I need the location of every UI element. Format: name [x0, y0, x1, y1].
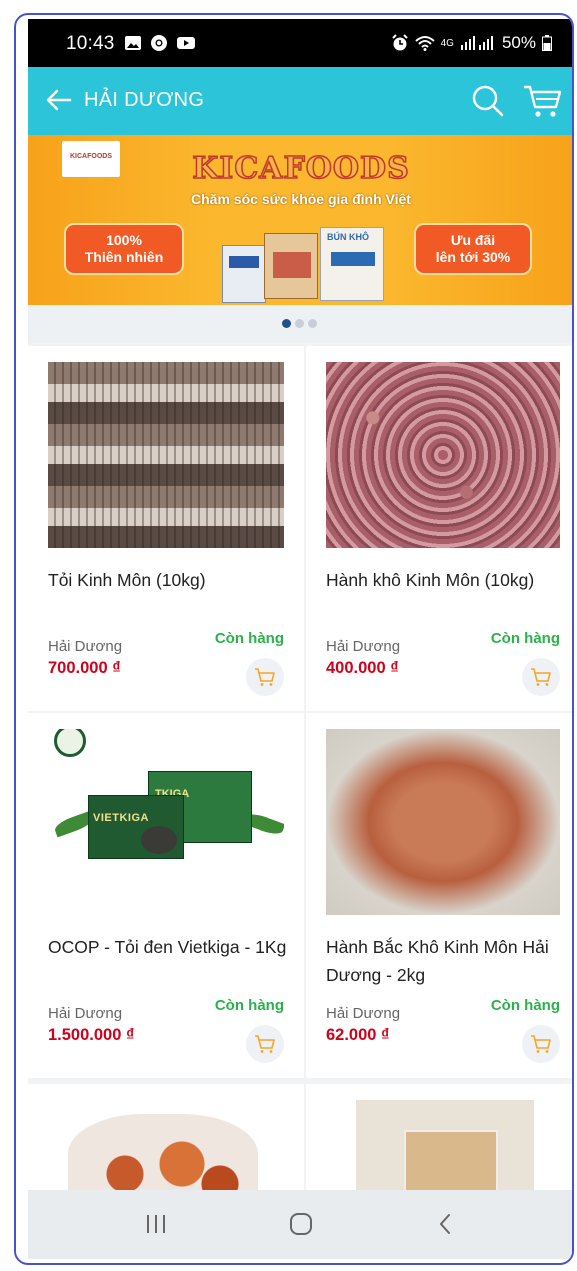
product-location: Hải Dương: [48, 638, 123, 655]
recent-apps-icon: [147, 1215, 165, 1233]
status-time: 10:43: [66, 33, 115, 54]
product-card[interactable]: Tỏi Kinh Môn (10kg) Hải Dương Còn hàng 7…: [28, 346, 304, 711]
carousel-dots: [282, 319, 317, 328]
carousel-indicator-row: [28, 305, 572, 343]
app-header: HẢI DƯƠNG: [28, 67, 572, 135]
carousel-dot-3[interactable]: [308, 319, 317, 328]
recent-apps-button[interactable]: [136, 1206, 176, 1242]
banner-product-box: [222, 245, 266, 303]
page-title: HẢI DƯƠNG: [84, 89, 205, 111]
add-to-cart-button[interactable]: [246, 1025, 284, 1063]
black-garlic-box-front: VIETKIGA: [88, 795, 184, 859]
wifi-icon: [414, 36, 435, 51]
phone-frame: 10:43 4G 50% HẢI DƯƠNG KICAFOODS KICAFOO…: [14, 13, 574, 1265]
product-card[interactable]: TKIGA VIETKIGA OCOP - Tỏi đen Vietkiga -…: [28, 713, 304, 1078]
add-to-cart-button[interactable]: [246, 658, 284, 696]
back-button[interactable]: [44, 85, 74, 115]
nav-back-button[interactable]: [426, 1206, 466, 1242]
promo-banner[interactable]: KICAFOODS KICAFOODS Chăm sóc sức khỏe gi…: [28, 135, 572, 305]
product-name[interactable]: Tỏi Kinh Môn (10kg): [48, 566, 288, 594]
screen: 10:43 4G 50% HẢI DƯƠNG KICAFOODS KICAFOO…: [28, 19, 572, 1259]
back-chevron-icon: [439, 1214, 450, 1234]
carousel-dot-2[interactable]: [295, 319, 304, 328]
arrow-left-icon: [46, 89, 72, 111]
battery-icon: [542, 35, 552, 51]
product-image-black-garlic[interactable]: TKIGA VIETKIGA: [48, 729, 284, 915]
cart-icon: [531, 1035, 551, 1053]
badge-discount-line1: Ưu đãi: [450, 232, 496, 248]
search-button[interactable]: [470, 83, 506, 119]
cart-icon: [531, 668, 551, 686]
badge-natural: 100% Thiên nhiên: [64, 223, 184, 275]
search-icon: [472, 85, 504, 117]
product-image-garlic[interactable]: [48, 362, 284, 548]
product-name[interactable]: Hành khô Kinh Môn (10kg): [326, 566, 566, 594]
product-location: Hải Dương: [326, 638, 401, 655]
product-image-shallot-bundle[interactable]: [326, 729, 560, 915]
product-price: 400.000 ₫: [326, 659, 399, 677]
signal-icon: [460, 36, 493, 50]
network-type: 4G: [440, 37, 454, 49]
badge-natural-line1: 100%: [106, 232, 142, 248]
add-to-cart-button[interactable]: [522, 658, 560, 696]
cart-icon: [524, 85, 562, 117]
banner-brand: KICAFOODS: [191, 150, 410, 187]
product-price: 62.000 ₫: [326, 1026, 390, 1044]
status-notification-icons: [124, 34, 196, 52]
ocop-seal-icon: [54, 729, 86, 757]
alarm-icon: [391, 34, 408, 51]
carousel-dot-1[interactable]: [282, 319, 291, 328]
youtube-icon: [177, 37, 195, 49]
cart-button[interactable]: [522, 83, 562, 119]
product-card[interactable]: Hành khô Kinh Môn (10kg) Hải Dương Còn h…: [306, 346, 572, 711]
add-to-cart-button[interactable]: [522, 1025, 560, 1063]
banner-tagline: Chăm sóc sức khỏe gia đình Việt: [191, 191, 411, 207]
product-card[interactable]: Hành Bắc Khô Kinh Môn Hải Dương - 2kg Hả…: [306, 713, 572, 1078]
status-bar: 10:43 4G 50%: [28, 19, 572, 67]
product-name[interactable]: Hành Bắc Khô Kinh Môn Hải Dương - 2kg: [326, 933, 566, 989]
home-button[interactable]: [281, 1206, 321, 1242]
product-card-partial[interactable]: [306, 1084, 572, 1214]
cart-icon: [255, 1035, 275, 1053]
cart-icon: [255, 668, 275, 686]
box-label-front: VIETKIGA: [93, 812, 149, 824]
stock-status: Còn hàng: [490, 997, 560, 1014]
status-right-icons: 4G 50%: [391, 33, 552, 53]
product-price: 700.000 ₫: [48, 659, 121, 677]
product-location: Hải Dương: [326, 1005, 401, 1022]
stock-status: Còn hàng: [490, 630, 560, 647]
banner-product-noodles: BÚN KHÔ: [320, 227, 384, 301]
banner-product-label: BÚN KHÔ: [327, 232, 369, 242]
chrome-icon: [151, 35, 167, 51]
system-nav-bar: [28, 1190, 572, 1259]
product-image-shallot[interactable]: [326, 362, 560, 548]
badge-discount-line2: lên tới 30%: [435, 249, 511, 265]
stock-status: Còn hàng: [214, 997, 284, 1014]
product-name[interactable]: OCOP - Tỏi đen Vietkiga - 1Kg: [48, 933, 288, 961]
product-price: 1.500.000 ₫: [48, 1026, 135, 1044]
home-icon: [290, 1213, 312, 1235]
stock-status: Còn hàng: [214, 630, 284, 647]
badge-discount: Ưu đãi lên tới 30%: [414, 223, 532, 275]
gallery-icon: [125, 36, 141, 50]
product-card-partial[interactable]: [28, 1084, 304, 1214]
product-location: Hải Dương: [48, 1005, 123, 1022]
badge-natural-line2: Thiên nhiên: [84, 249, 164, 265]
battery-percent: 50%: [501, 33, 536, 52]
banner-product-bag: [264, 233, 318, 299]
